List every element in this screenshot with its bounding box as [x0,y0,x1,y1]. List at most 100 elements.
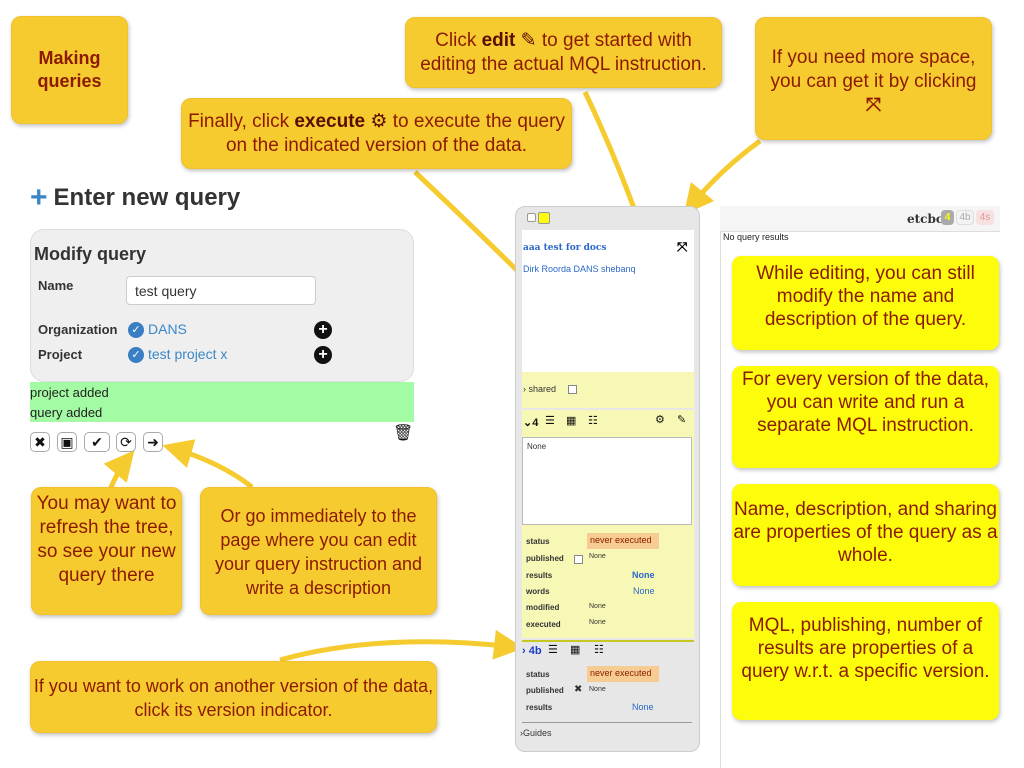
shared-line: › shared [523,384,557,394]
status-badge: never executed [587,666,659,682]
refresh-note-text: You may want to refresh the tree, so see… [36,493,177,586]
guides-divider [522,722,692,723]
modified-value: None [589,603,606,610]
query-title: aaa test for docs [523,243,607,253]
modify-query-title: Modify query [34,244,147,264]
execute-note-pre: Finally, click [188,111,295,132]
status-label: status [526,670,550,679]
arrow-refresh [103,450,135,491]
every-version-text: For every version of the data, you can w… [741,369,990,436]
execute-gear-icon[interactable]: ⚙ [655,413,665,426]
space-note-text: If you need more space, you can get it b… [770,47,977,92]
arrow-space [683,138,762,215]
list-icon[interactable]: ☰ [548,643,558,656]
table-icon[interactable]: ▦ [566,414,576,427]
shared-checkbox[interactable] [568,385,577,394]
close-button[interactable]: ✖ [30,432,50,452]
text-icon[interactable]: ☷ [588,414,598,427]
etcbc-label: etcbc [907,212,944,226]
arrow-version [279,629,524,663]
version-4-label: 4 [532,417,539,429]
refresh-button[interactable]: ⟳ [116,432,136,452]
results-value: None [632,570,655,580]
space-note: If you need more space, you can get it b… [755,17,992,140]
enter-new-query-label: Enter new query [53,184,241,211]
pencil-icon: ✎ [520,30,537,51]
organization-label: Organization [38,322,118,337]
words-value: None [633,586,655,596]
status-badge: never executed [587,533,659,549]
edit-note: Click edit ✎ to get started with editing… [405,17,722,88]
results-border [720,232,721,768]
message-line: query added [30,405,103,420]
version-4s-badge[interactable]: 4s [976,210,994,225]
execute-note-bold: execute [294,111,366,132]
trash-icon[interactable]: 🗑 [393,423,413,443]
published-checkbox[interactable] [574,555,583,564]
edit-note-bold: edit [481,30,516,51]
check-badge-icon: ✓ [128,322,144,338]
results-label: results [526,571,553,580]
gear-icon: ⚙ [370,111,388,132]
editing-note-text: While editing, you can still modify the … [756,263,975,330]
executed-value: None [589,619,606,626]
version-4-badge[interactable]: 4 [941,210,954,225]
published-value: None [589,553,606,560]
version-4-indicator[interactable]: ⌄4 [523,416,538,429]
list-icon[interactable]: ☰ [545,414,555,427]
guides-label: Guides [523,728,552,738]
editing-note: While editing, you can still modify the … [732,256,999,350]
organization-link[interactable]: DANS [148,321,187,337]
modified-label: modified [526,603,560,612]
go-to-query-button[interactable]: ➜ [143,432,163,452]
add-organization-button[interactable]: + [314,321,332,339]
enter-new-query-heading[interactable]: + Enter new query [30,181,241,214]
mql-textarea[interactable] [522,437,692,525]
mql-note: MQL, publishing, number of results are p… [732,602,999,720]
text-icon[interactable]: ☷ [594,643,604,656]
every-version-note: For every version of the data, you can w… [732,366,999,468]
arrow-go [162,439,254,489]
save-button[interactable]: ▣ [57,432,77,452]
shared-label: shared [528,384,557,394]
guides-toggle[interactable]: ›Guides [520,728,552,738]
edit-pencil-icon[interactable]: ✎ [677,413,686,426]
status-label: status [526,537,550,546]
panel-toggle-right[interactable] [538,212,550,224]
other-version-note: If you want to work on another version o… [30,661,437,733]
making-queries-text: Making queries [37,48,102,91]
name-label: Name [38,278,74,293]
check-button[interactable]: ✔ [84,432,110,452]
published-value: None [589,686,606,693]
results-value: None [632,702,654,712]
words-label: words [526,587,550,596]
cross-icon: ✖ [574,684,583,695]
version-4b-badge[interactable]: 4b [956,210,974,225]
published-label: published [526,686,564,695]
properties-note: Name, description, and sharing are prope… [732,484,999,586]
message-line: project added [30,385,109,400]
project-link[interactable]: test project x [148,346,227,362]
expand-icon[interactable]: ⤧ [677,239,687,255]
mql-textarea-text: None [527,442,547,451]
version-divider [522,640,694,642]
expand-icon: ⤧ [865,95,882,116]
panel-toggle-left[interactable] [527,213,536,222]
no-results-text: No query results [723,232,789,242]
go-immediately-note: Or go immediately to the page where you … [200,487,437,615]
plus-icon: + [30,181,48,214]
go-immediately-text: Or go immediately to the page where you … [214,506,423,598]
check-badge-icon: ✓ [128,347,144,363]
edit-note-pre: Click [435,30,482,51]
table-icon[interactable]: ▦ [570,643,580,656]
name-input[interactable]: test query [126,276,316,305]
query-author[interactable]: Dirk Roorda DANS shebanq [523,264,636,274]
executed-label: executed [526,620,561,629]
other-version-text: If you want to work on another version o… [33,676,434,720]
version-4b-indicator[interactable]: › 4b [522,645,542,657]
mql-note-text: MQL, publishing, number of results are p… [741,615,990,682]
version-4b-label: 4b [528,645,542,657]
results-label: results [526,703,553,712]
execute-note: Finally, click execute ⚙ to execute the … [181,98,572,169]
add-project-button[interactable]: + [314,346,332,364]
